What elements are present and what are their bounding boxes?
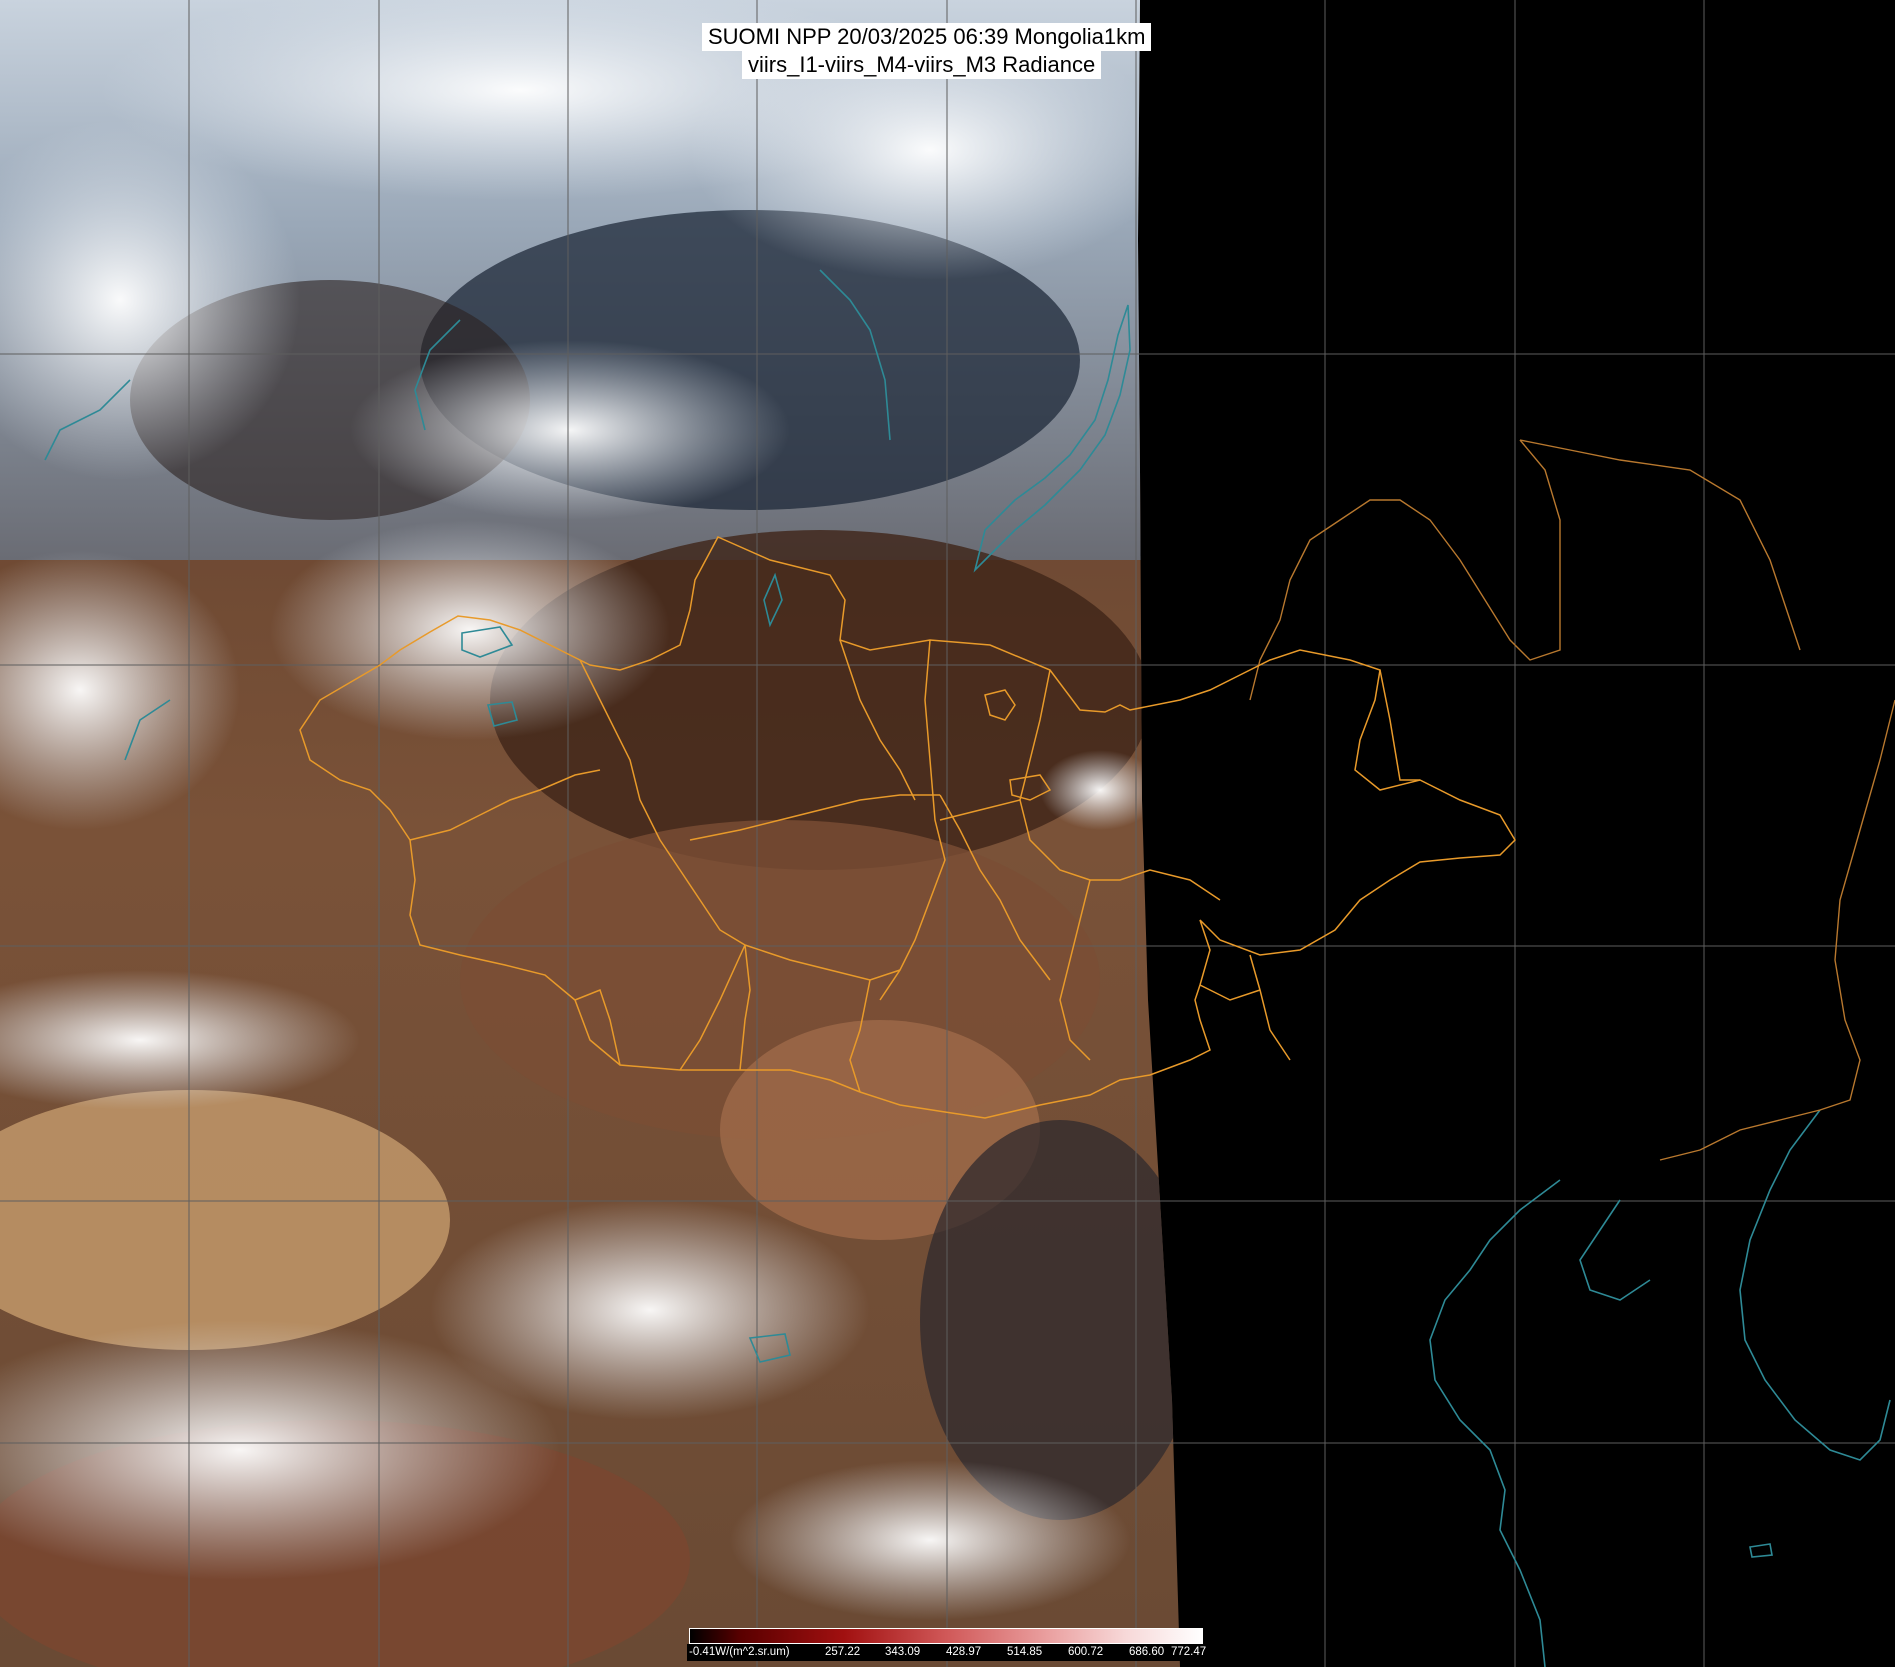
cloud-north-2 <box>690 20 1170 280</box>
liaodong-coastline <box>1579 1199 1651 1301</box>
colorbar-label: 257.22 <box>825 1646 861 1658</box>
swath-imagery <box>0 0 1180 1667</box>
manchuria-east-border <box>1519 439 1801 651</box>
aimag-border <box>1199 984 1261 1001</box>
northeast-china-border <box>1659 699 1895 1161</box>
radiance-colorbar: -0.41W/(m^2.sr.um) 257.22 343.09 428.97 … <box>687 1624 1207 1662</box>
cloud-east-edge <box>1040 750 1160 830</box>
satellite-image <box>0 0 1895 1667</box>
korea-coastline <box>1739 1109 1891 1461</box>
cloud-south <box>730 1460 1130 1620</box>
loess-dark <box>920 1120 1180 1520</box>
bohai-coastline <box>1429 1179 1561 1667</box>
cloud-central <box>350 340 790 520</box>
colorbar-label: 600.72 <box>1068 1646 1104 1658</box>
colorbar-labels: -0.41W/(m^2.sr.um) 257.22 343.09 428.97 … <box>687 1644 1207 1661</box>
country-borders <box>1249 439 1895 1161</box>
colorbar-label: -0.41W/(m^2.sr.um) <box>689 1646 790 1658</box>
cloud-altai <box>270 520 670 740</box>
russia-china-border <box>1249 439 1561 701</box>
colorbar-gradient <box>689 1628 1203 1644</box>
colorbar-label: 686.60 <box>1129 1646 1165 1658</box>
colorbar-label: 343.09 <box>885 1646 921 1658</box>
qinghai-lake <box>1749 1543 1773 1558</box>
aimag-border <box>1249 954 1291 1061</box>
aimag-border <box>1379 669 1420 781</box>
colorbar-label: 428.97 <box>946 1646 982 1658</box>
colorbar-label: 514.85 <box>1007 1646 1043 1658</box>
colorbar-label: 772.47 <box>1171 1646 1207 1658</box>
satellite-map-viewport: SUOMI NPP 20/03/2025 06:39 Mongolia1km v… <box>0 0 1895 1667</box>
